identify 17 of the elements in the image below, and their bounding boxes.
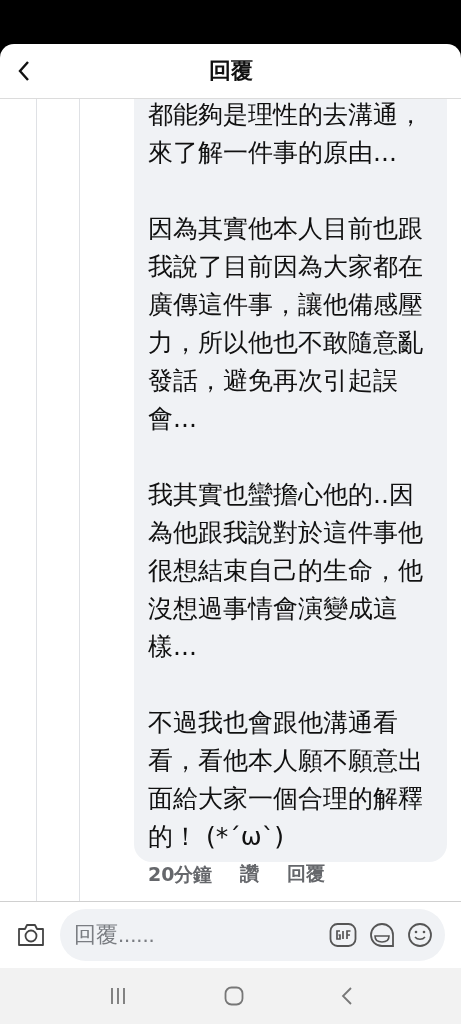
- emoji-icon[interactable]: [407, 922, 433, 948]
- like-link[interactable]: 讚: [240, 863, 260, 885]
- back-icon: [340, 986, 353, 1006]
- home-icon: [223, 986, 244, 1006]
- camera-icon[interactable]: [16, 922, 46, 948]
- recents-icon: [108, 987, 127, 1005]
- comment-time: 20分鐘: [148, 863, 213, 885]
- sticker-icon[interactable]: [369, 921, 395, 949]
- page-title: 回覆: [208, 57, 253, 85]
- reply-link[interactable]: 回覆: [287, 863, 326, 885]
- comment-text: 我其實也蠻擔心他的..因為他跟我說對於這件事他很想結束自己的生命，他沒想過事情會演變成這樣...: [148, 479, 424, 663]
- comment-text: 都能夠是理性的去溝通，來了解一件事的原由...: [148, 99, 424, 169]
- comment-text: 不過我也會跟他溝通看看，看他本人願不願意出面給大家一個合理的解釋的！ (*´ω`): [148, 707, 424, 853]
- comment-text: 因為其實他本人目前也跟我說了目前因為大家都在廣傳這件事，讓他備感壓力，所以他也不敢隨意亂發話，避免再次引起誤會...: [148, 213, 424, 435]
- reply-input[interactable]: 回覆......: [60, 909, 445, 961]
- back-icon: [17, 60, 31, 82]
- gif-icon[interactable]: [329, 922, 357, 948]
